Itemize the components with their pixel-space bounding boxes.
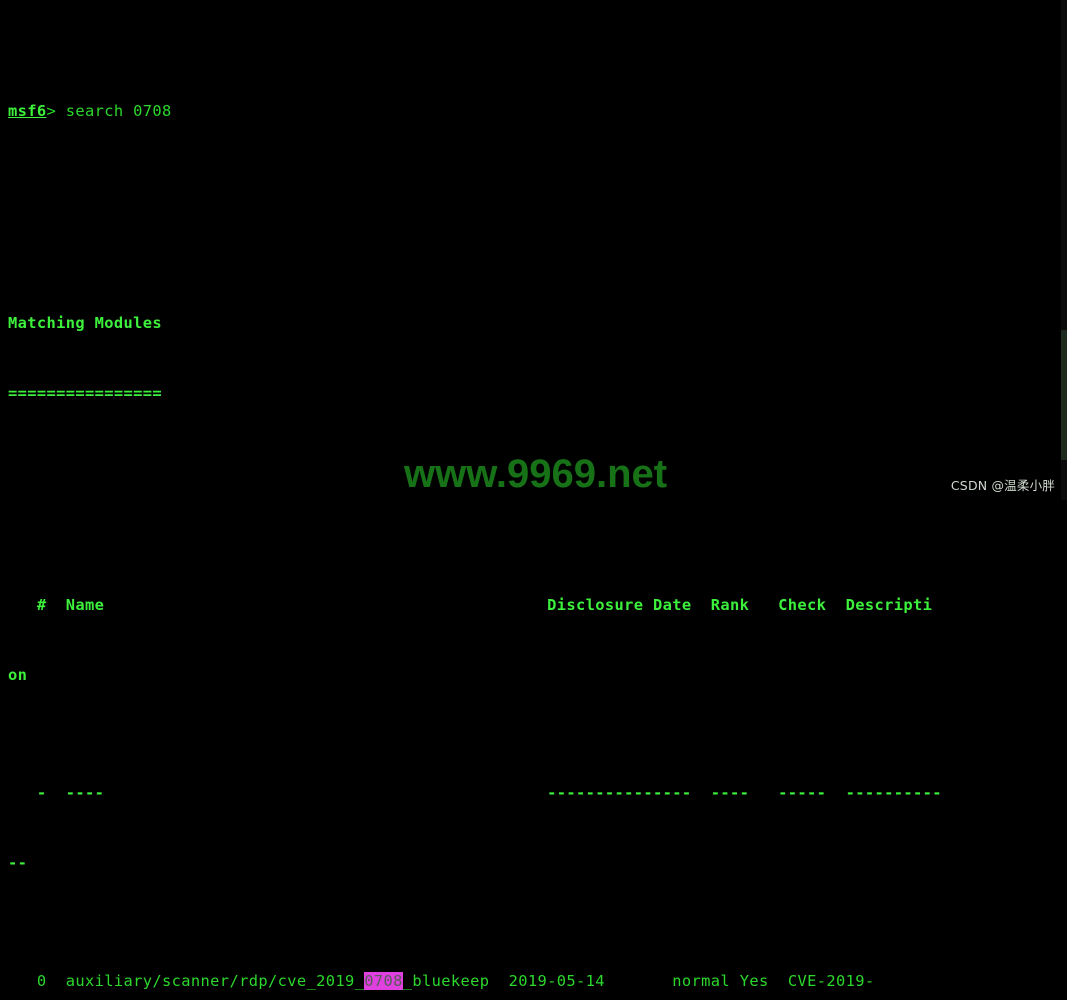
table-rule-row: - ---- --------------- ---- ----- ------… [8, 782, 1059, 806]
header-disclosure-date: Disclosure Date [547, 595, 692, 614]
rule-num: - [36, 783, 47, 802]
scrollbar-track[interactable] [1061, 0, 1067, 500]
table-header-row: # Name Disclosure Date Rank Check Descri… [8, 594, 1059, 618]
row-rank: normal [672, 971, 731, 990]
row-module-name-match: 0708 [364, 971, 403, 990]
rule-name: ---- [65, 783, 105, 802]
header-num: # [36, 595, 47, 614]
row-index: 0 [36, 971, 47, 990]
terminal-window[interactable]: msf6> search 0708 Matching Modules =====… [0, 0, 1067, 990]
table-row[interactable]: 0 auxiliary/scanner/rdp/cve_2019_0708_bl… [8, 970, 1059, 994]
section-title: Matching Modules [8, 313, 163, 332]
table-header-row-wrap: on [8, 666, 28, 684]
prompt-user: msf6 [8, 102, 47, 120]
rule-rank: ---- [710, 783, 750, 802]
header-check: Check [778, 595, 827, 614]
prompt-line: msf6> search 0708 [8, 100, 1059, 124]
row-module-name-prefix: auxiliary/scanner/rdp/cve_2019_ [65, 971, 365, 990]
row-description: CVE-2019- [787, 971, 875, 990]
header-rank: Rank [710, 595, 750, 614]
rule-check: ----- [778, 783, 827, 802]
prompt-arrow: > [46, 102, 66, 120]
header-description: Descripti [845, 595, 933, 614]
table-rule-row-wrap: -- [8, 854, 28, 872]
prompt-command: search 0708 [65, 102, 172, 120]
row-disclosure-date: 2019-05-14 [508, 971, 605, 990]
row-module-name-suffix: _bluekeep [402, 971, 490, 990]
scrollbar-thumb[interactable] [1061, 330, 1067, 460]
header-name: Name [65, 595, 105, 614]
rule-disclosure-date: --------------- [547, 783, 692, 802]
rule-description: ---------- [845, 783, 942, 802]
row-check: Yes [739, 971, 769, 990]
terminal-screen: msf6> search 0708 Matching Modules =====… [8, 6, 1059, 1000]
section-rule: ================ [8, 384, 163, 402]
